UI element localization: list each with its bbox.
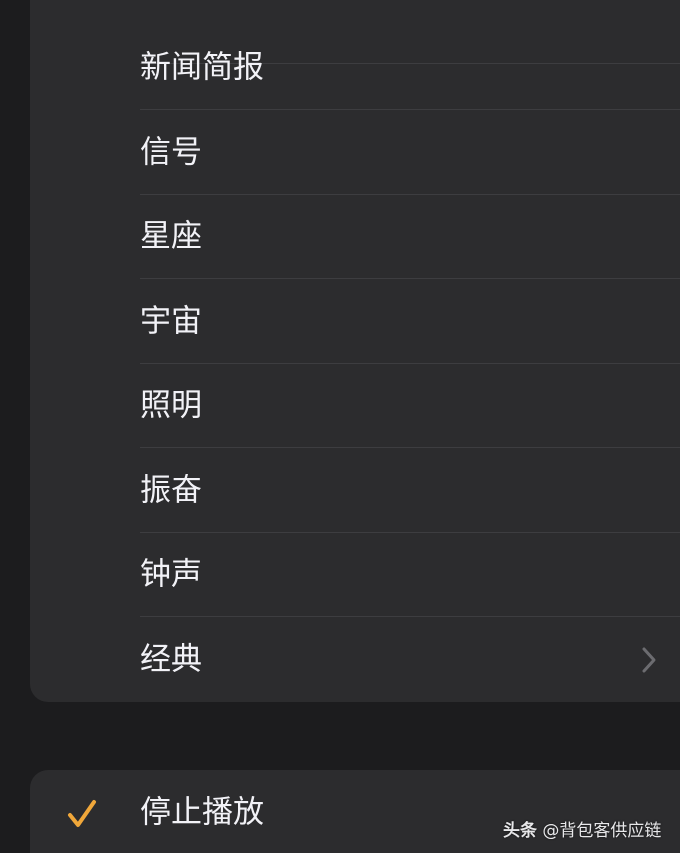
tone-item-news-brief[interactable]: 新闻简报 — [30, 26, 680, 110]
ringtone-picker-screen: 新闻简报 信号 星座 宇宙 照明 振奋 钟声 经典 停止播放 头条 @背包客供应… — [0, 0, 680, 853]
tone-item-classic[interactable]: 经典 — [30, 618, 680, 702]
tone-label: 新闻简报 — [140, 49, 264, 86]
tone-label: 振奋 — [140, 472, 202, 509]
tone-item-illuminate[interactable]: 照明 — [30, 364, 680, 448]
row-separator — [140, 616, 680, 617]
tone-item-uplift[interactable]: 振奋 — [30, 449, 680, 533]
row-separator — [140, 278, 680, 279]
tone-item-cosmos[interactable]: 宇宙 — [30, 280, 680, 364]
tone-item-constellation[interactable]: 星座 — [30, 195, 680, 279]
stop-playing-label: 停止播放 — [140, 794, 264, 831]
tone-label: 经典 — [140, 641, 202, 678]
chevron-right-icon — [642, 647, 656, 673]
tone-item-chimes[interactable]: 钟声 — [30, 533, 680, 617]
tone-label: 照明 — [140, 387, 202, 424]
tone-label: 信号 — [140, 134, 202, 171]
checkmark-icon — [68, 800, 96, 827]
watermark-handle: @背包客供应链 — [542, 821, 662, 841]
tone-label: 宇宙 — [140, 303, 202, 340]
tone-label: 星座 — [140, 218, 202, 255]
tone-label: 钟声 — [140, 556, 202, 593]
tone-list-group: 新闻简报 信号 星座 宇宙 照明 振奋 钟声 经典 — [30, 0, 680, 702]
watermark: 头条 @背包客供应链 — [503, 816, 661, 841]
tone-item-signal[interactable]: 信号 — [30, 111, 680, 195]
row-separator — [140, 109, 680, 110]
watermark-brand: 头条 — [503, 821, 537, 841]
row-separator — [140, 447, 680, 448]
